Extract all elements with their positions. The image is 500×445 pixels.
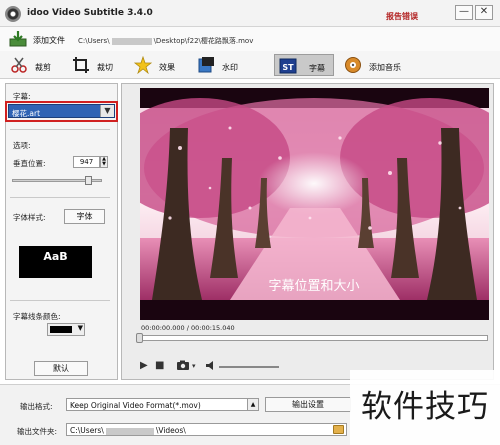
chevron-down-icon[interactable]: ▾ [192,361,196,371]
folder-icon[interactable] [333,425,344,434]
tool-crop-label: 裁切 [97,63,113,72]
output-format-select[interactable]: Keep Original Video Format(*.mov) ▲ [66,398,259,411]
output-format-label: 输出格式: [20,402,53,411]
subtitle-icon: ST [279,58,297,74]
site-watermark: 软件技巧 [350,370,500,445]
vertical-position-label: 垂直位置: [13,159,46,168]
add-file-button[interactable]: 添加文件 [33,35,65,46]
add-file-bar: 添加文件 C:\Users\ \Desktop\f22\樱花路飘落.mov [0,27,500,51]
minimize-button[interactable]: — [455,5,473,20]
file-path-prefix: C:\Users\ [78,37,110,45]
volume-slider[interactable] [219,366,279,368]
outline-color-picker[interactable]: ▼ [47,323,85,336]
divider [10,129,110,130]
app-title: idoo Video Subtitle 3.4.0 [27,8,153,18]
tool-subtitle-label: 字幕 [309,64,325,73]
add-file-icon[interactable] [9,30,27,47]
chevron-down-icon[interactable]: ▼ [100,105,114,117]
blurred-username [105,427,154,435]
app-logo-icon [5,6,21,22]
chevron-down-icon[interactable]: ▲ [247,399,258,410]
output-format-value: Keep Original Video Format(*.mov) [70,401,201,410]
font-button[interactable]: 字体 [64,209,105,224]
report-error-link[interactable]: 报告错误 [386,11,418,22]
seek-thumb[interactable] [136,333,143,343]
camera-icon[interactable] [176,360,190,371]
play-icon[interactable]: ▶ [140,361,148,371]
scissors-icon [11,57,27,73]
close-button[interactable]: ✕ [475,5,493,20]
options-label: 选项: [13,141,31,150]
tool-subtitle[interactable]: ST 字幕 [274,54,334,76]
output-folder-label: 输出文件夹: [17,427,58,436]
font-style-label: 字体样式: [13,213,46,222]
subtitle-file-select[interactable]: 樱花.art ▼ [8,104,115,118]
stop-icon[interactable]: ■ [155,361,164,371]
main-toolbar: 裁剪 裁切 效果 水印 ST 字幕 添加音乐 [0,51,500,79]
tool-watermark-label: 水印 [222,63,238,72]
file-path: C:\Users\ \Desktop\f22\樱花路飘落.mov [78,36,253,46]
volume-icon[interactable] [205,360,217,371]
blurred-username [111,37,152,45]
crop-icon [73,57,89,73]
output-settings-button[interactable]: 输出设置 [265,397,351,412]
tool-add-music-label: 添加音乐 [369,63,401,72]
subtitle-overlay-text: 字幕位置和大小 [268,279,359,294]
watermark-icon [198,57,214,73]
music-icon [345,57,361,73]
output-folder-suffix: \Videos\ [155,426,186,435]
subtitle-file-value: 樱花.art [12,109,41,118]
outline-color-label: 字幕线条颜色: [13,312,61,321]
output-folder-input[interactable]: C:\Users\ \Videos\ [66,423,347,436]
star-icon [134,56,152,74]
file-path-suffix: \Desktop\f22\樱花路飘落.mov [153,37,254,45]
seek-bar[interactable] [139,335,488,341]
chevron-down-icon[interactable]: ▼ [78,324,83,332]
font-preview: AaB [19,246,92,278]
spin-arrows-icon[interactable]: ▲ ▼ [100,156,108,168]
default-button[interactable]: 默认 [34,361,88,376]
time-readout: 00:00:00.000 / 00:00:15.040 [141,324,235,332]
color-swatch [50,326,72,333]
svg-text:ST: ST [282,63,294,72]
output-folder-prefix: C:\Users\ [70,426,104,435]
tool-trim[interactable]: 裁剪 [10,54,60,76]
slider-thumb[interactable] [85,176,92,185]
tool-effect-label: 效果 [159,63,175,72]
tool-watermark[interactable]: 水印 [197,54,247,76]
divider [10,300,110,301]
divider [10,197,110,198]
tool-add-music[interactable]: 添加音乐 [344,54,414,76]
vertical-position-input[interactable]: 947 [73,156,100,168]
tool-crop[interactable]: 裁切 [72,54,122,76]
title-bar: idoo Video Subtitle 3.4.0 报告错误 — ✕ [0,0,500,27]
video-preview: 字幕位置和大小 [140,88,489,320]
tool-trim-label: 裁剪 [35,63,51,72]
tool-effect[interactable]: 效果 [134,54,184,76]
